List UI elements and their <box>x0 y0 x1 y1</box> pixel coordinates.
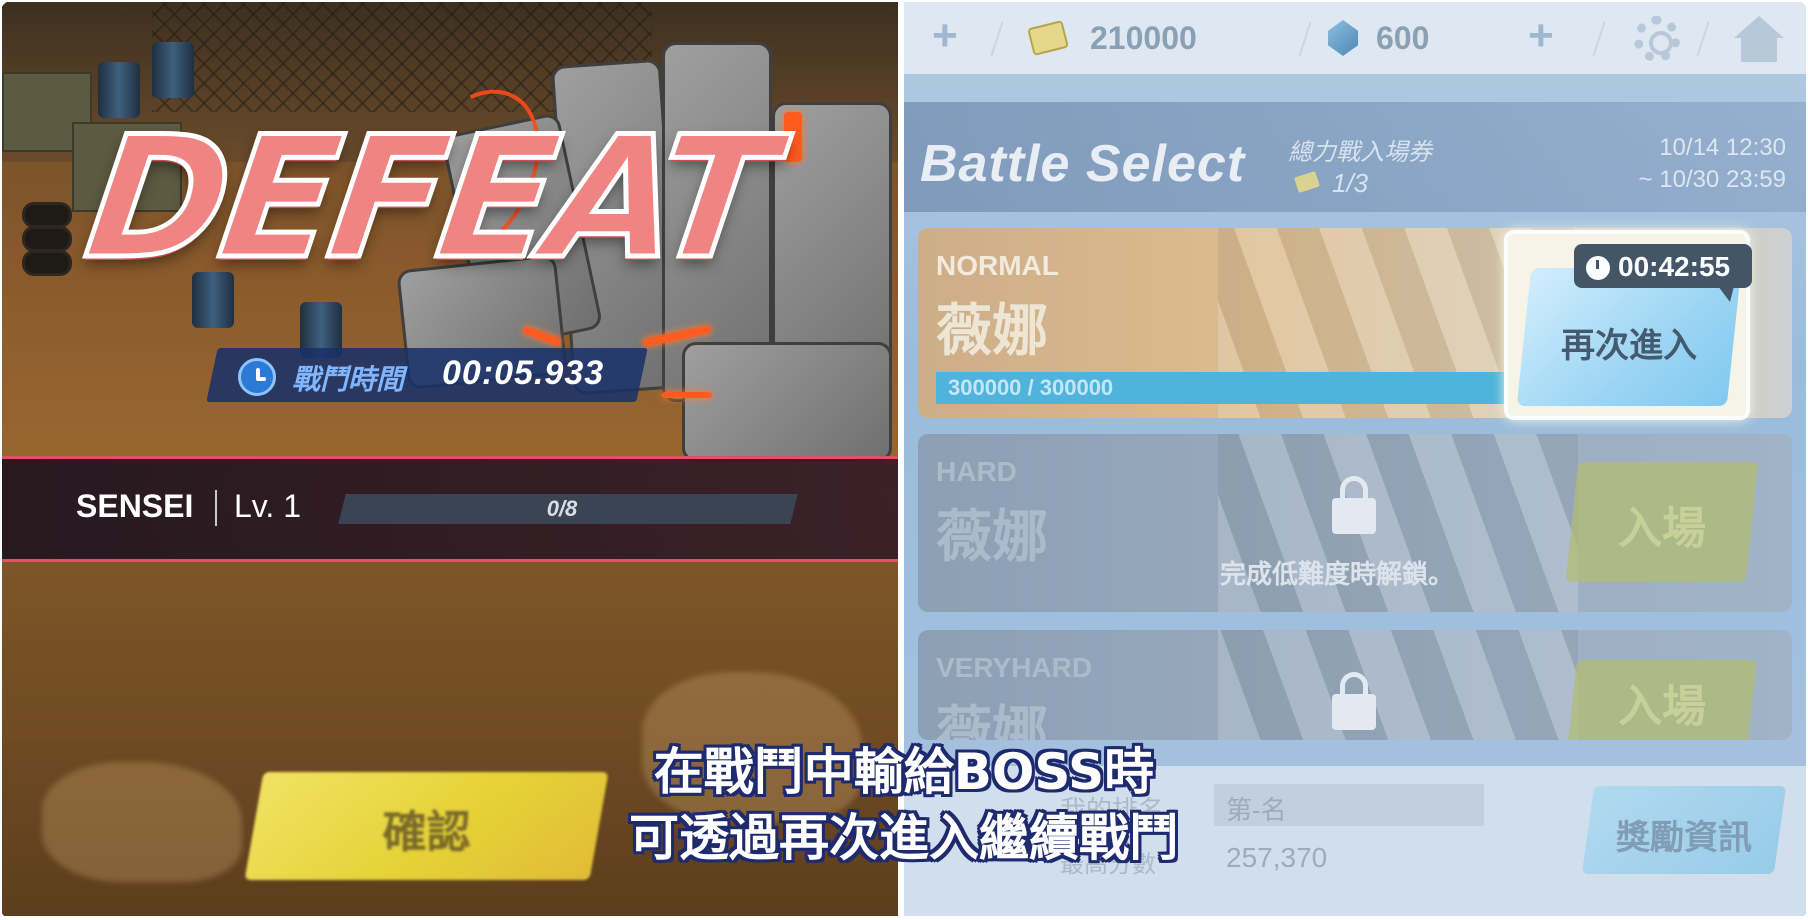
event-start-date: 10/14 12:30 <box>1659 134 1786 161</box>
reenter-timer-tail <box>1718 286 1734 302</box>
difficulty-label: NORMAL <box>936 250 1059 281</box>
caption-line-1: 在戰鬥中輸給BOSS時 <box>653 743 1155 801</box>
player-info-separator <box>215 490 217 526</box>
difficulty-card-hard[interactable]: HARD 薇娜 完成低難度時解鎖。 入場 <box>918 434 1792 612</box>
battle-select-title: Battle Select <box>920 135 1246 193</box>
difficulty-label: VERYHARD <box>936 652 1093 683</box>
battle-time-label: 戰鬥時間 <box>292 364 405 395</box>
gems-value: 600 <box>1376 20 1430 56</box>
reenter-timer-text: 00:42:55 <box>1618 251 1731 282</box>
background-tire <box>22 202 72 228</box>
home-icon[interactable] <box>1734 16 1784 62</box>
add-gems-icon[interactable]: + <box>1528 14 1554 58</box>
lock-icon <box>1332 672 1376 730</box>
background-tire <box>22 250 72 276</box>
player-name: SENSEI <box>76 488 194 524</box>
ticket-count: 1/3 <box>1332 168 1369 198</box>
credits-value: 210000 <box>1090 20 1197 56</box>
clock-icon <box>1586 256 1610 280</box>
caption-line-2: 可透過再次進入繼續戰鬥 <box>629 809 1179 867</box>
gear-icon[interactable] <box>1634 16 1680 62</box>
screenshot-frame: DEFEAT 戰鬥時間 00:05.933 SENSEI Lv. 1 0/8 確… <box>0 0 1808 920</box>
enter-button-label[interactable]: 入場 <box>1572 670 1752 734</box>
background-tire <box>22 226 72 252</box>
enter-button-label[interactable]: 入場 <box>1572 492 1752 556</box>
add-credits-icon[interactable]: + <box>932 14 958 58</box>
difficulty-card-veryhard[interactable]: VERYHARD 薇娜 入場 <box>918 630 1792 740</box>
difficulty-label: HARD <box>936 456 1017 487</box>
unlock-hint: 完成低難度時解鎖。 <box>1220 559 1455 589</box>
lock-icon <box>1332 476 1376 534</box>
boss-name: 薇娜 <box>936 299 1048 362</box>
event-end-date: ~ 10/30 23:59 <box>1638 166 1786 193</box>
boss-thumbnail <box>1218 630 1578 740</box>
battle-time-value: 00:05.933 <box>442 354 605 392</box>
reenter-button-label[interactable]: 再次進入 <box>1524 318 1734 367</box>
defeat-title: DEFEAT <box>74 98 783 299</box>
background-barrel <box>152 42 194 98</box>
boss-hp-text: 300000 / 300000 <box>948 375 1114 400</box>
ticket-label: 總力戰入場券 <box>1288 139 1432 166</box>
boss-name: 薇娜 <box>936 505 1048 568</box>
player-level: Lv. 1 <box>234 488 301 524</box>
stopwatch-icon <box>238 358 276 396</box>
exp-progress-text: 0/8 <box>546 496 578 521</box>
